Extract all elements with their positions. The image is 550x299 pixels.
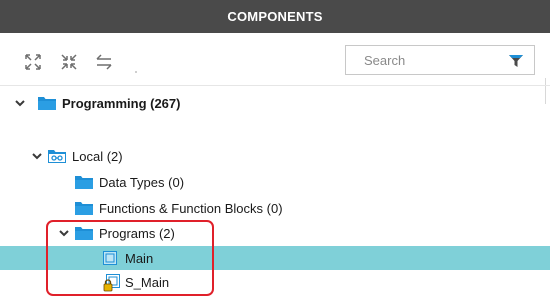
folder-icon — [75, 175, 93, 189]
tree-node-label: Programs (2) — [99, 225, 175, 241]
tree-node-functions[interactable]: Functions & Function Blocks (0) — [0, 197, 550, 219]
chevron-down-icon[interactable] — [14, 97, 26, 109]
tree-node-label: Functions & Function Blocks (0) — [99, 200, 283, 216]
tree-node-label: Data Types (0) — [99, 174, 185, 190]
toolbar — [0, 33, 550, 104]
expand-all-icon[interactable] — [24, 53, 42, 71]
tree-node-label: S_Main — [125, 274, 170, 290]
locked-program-icon — [103, 274, 121, 292]
tree-node-label: Programming (267) — [62, 95, 181, 111]
panel-title: COMPONENTS — [227, 9, 323, 24]
tree-node-local[interactable]: Local (2) — [0, 145, 550, 167]
chevron-down-icon[interactable] — [31, 150, 43, 162]
chevron-down-icon[interactable] — [58, 227, 70, 239]
tree-node-s-main[interactable]: S_Main — [0, 271, 550, 293]
tree-node-data-types[interactable]: Data Types (0) — [0, 171, 550, 193]
toolbar-dropdown-dot — [135, 71, 137, 73]
search-box[interactable] — [345, 45, 535, 75]
tree-node-label: Main — [125, 250, 154, 266]
filter-icon[interactable] — [508, 53, 524, 69]
folder-icon — [75, 201, 93, 215]
collapse-all-icon[interactable] — [60, 53, 78, 71]
folder-icon — [38, 96, 56, 110]
tree-node-main[interactable]: Main — [0, 246, 550, 270]
tree-node-label: Local (2) — [72, 148, 123, 164]
divider — [0, 85, 550, 86]
swap-arrows-icon[interactable] — [95, 53, 113, 71]
program-icon — [103, 251, 117, 265]
tree-node-programming[interactable]: Programming (267) — [0, 92, 550, 114]
search-input[interactable] — [346, 46, 514, 74]
folder-icon — [75, 226, 93, 240]
local-folder-icon — [48, 149, 66, 163]
panel-header: COMPONENTS — [0, 0, 550, 33]
tree-node-programs[interactable]: Programs (2) — [0, 222, 550, 244]
